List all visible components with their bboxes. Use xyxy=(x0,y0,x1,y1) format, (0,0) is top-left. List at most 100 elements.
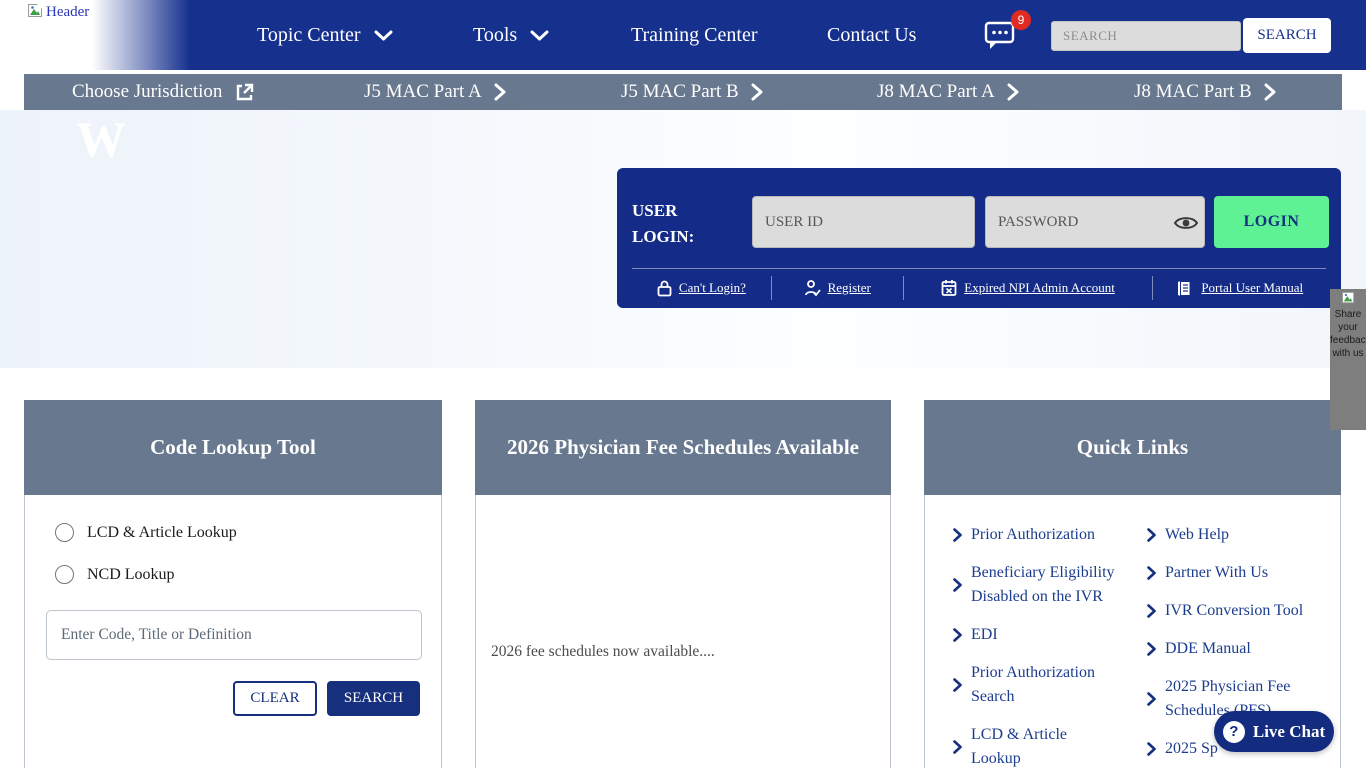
quick-link-label: Web Help xyxy=(1165,523,1229,547)
quick-links-card-title: Quick Links xyxy=(924,400,1341,495)
chat-messages-button[interactable]: 9 xyxy=(983,18,1021,56)
jurisdiction-bar: Choose Jurisdiction J5 MAC Part A J5 MAC… xyxy=(24,74,1342,110)
nav-contact-us[interactable]: Contact Us xyxy=(827,0,916,70)
fee-schedules-announcement[interactable]: 2026 fee schedules now available.... xyxy=(491,643,715,661)
ncd-lookup-label: NCD Lookup xyxy=(87,566,175,584)
chevron-right-icon xyxy=(953,628,962,642)
site-search-input[interactable] xyxy=(1051,21,1241,51)
nav-topic-center-label: Topic Center xyxy=(257,24,361,47)
quick-link-lcd-article-lookup[interactable]: LCD & Article Lookup xyxy=(953,723,1115,768)
chevron-right-icon xyxy=(953,678,962,692)
jurisdiction-label: J8 MAC Part A xyxy=(877,81,995,103)
chevron-right-icon xyxy=(1147,642,1156,656)
quick-link-label: DDE Manual xyxy=(1165,637,1251,661)
cant-login-label: Can't Login? xyxy=(679,280,746,296)
register-label: Register xyxy=(828,280,871,296)
jurisdiction-j5-mac-part-b[interactable]: J5 MAC Part B xyxy=(621,74,763,110)
quick-link-label: 2025 Sp xyxy=(1165,737,1218,761)
clear-button[interactable]: CLEAR xyxy=(233,681,317,716)
lcd-article-lookup-radio[interactable]: LCD & Article Lookup xyxy=(55,523,237,542)
quick-link-edi[interactable]: EDI xyxy=(953,623,1115,647)
code-lookup-card-title: Code Lookup Tool xyxy=(24,400,442,495)
quick-link-prior-authorization[interactable]: Prior Authorization xyxy=(953,523,1115,547)
chevron-right-icon xyxy=(751,83,763,101)
lcd-article-lookup-label: LCD & Article Lookup xyxy=(87,524,237,542)
live-chat-label: Live Chat xyxy=(1253,722,1325,742)
chevron-right-icon xyxy=(953,528,962,542)
manual-book-icon xyxy=(1176,280,1194,297)
code-search-button[interactable]: SEARCH xyxy=(327,681,420,716)
code-lookup-input[interactable] xyxy=(46,610,422,660)
show-password-button[interactable] xyxy=(1173,214,1199,232)
nav-tools-label: Tools xyxy=(473,24,517,47)
cant-login-link[interactable]: Can't Login? xyxy=(632,276,771,300)
broken-image-icon xyxy=(28,4,43,18)
quick-link-label: Partner With Us xyxy=(1165,561,1268,585)
jurisdiction-j8-mac-part-a[interactable]: J8 MAC Part A xyxy=(877,74,1019,110)
quick-link-label: Beneficiary Eligibility Disabled on the … xyxy=(971,561,1115,609)
login-button[interactable]: LOGIN xyxy=(1214,196,1329,248)
chat-notification-badge: 9 xyxy=(1011,10,1031,30)
user-login-panel: USER LOGIN: LOGIN Can't Login? Register xyxy=(617,168,1341,308)
expired-npi-admin-link[interactable]: Expired NPI Admin Account xyxy=(903,276,1153,300)
feedback-tab-label: Share your feedback with us xyxy=(1330,309,1366,359)
user-login-label: USER LOGIN: xyxy=(632,198,722,251)
chevron-right-icon xyxy=(1147,528,1156,542)
fee-schedules-card-title: 2026 Physician Fee Schedules Available xyxy=(475,400,891,495)
choose-jurisdiction-link[interactable]: Choose Jurisdiction xyxy=(72,74,255,110)
site-search-button[interactable]: SEARCH xyxy=(1243,18,1331,53)
ncd-lookup-radio-input[interactable] xyxy=(55,565,74,584)
lock-icon xyxy=(657,279,672,297)
eye-icon xyxy=(1173,214,1199,232)
register-link[interactable]: Register xyxy=(771,276,903,300)
hero-watermark: W xyxy=(76,110,126,168)
quick-link-beneficiary-eligibility[interactable]: Beneficiary Eligibility Disabled on the … xyxy=(953,561,1115,609)
ncd-lookup-radio[interactable]: NCD Lookup xyxy=(55,565,175,584)
quick-link-label: EDI xyxy=(971,623,998,647)
code-lookup-card: Code Lookup Tool LCD & Article Lookup NC… xyxy=(24,400,442,768)
nav-tools[interactable]: Tools xyxy=(473,0,549,70)
login-help-links: Can't Login? Register Expired NPI Admin … xyxy=(632,268,1326,307)
password-field[interactable] xyxy=(985,196,1205,248)
quick-link-label: Prior Authorization xyxy=(971,523,1095,547)
chevron-right-icon xyxy=(953,578,962,592)
chevron-right-icon xyxy=(494,83,506,101)
jurisdiction-label: J5 MAC Part A xyxy=(364,81,482,103)
jurisdiction-j8-mac-part-b[interactable]: J8 MAC Part B xyxy=(1134,74,1276,110)
register-person-icon xyxy=(804,279,821,297)
feedback-tab[interactable]: Share your feedback with us xyxy=(1330,289,1366,430)
code-lookup-card-body: LCD & Article Lookup NCD Lookup CLEAR SE… xyxy=(24,495,442,768)
nav-training-center[interactable]: Training Center xyxy=(631,0,757,70)
quick-link-dde-manual[interactable]: DDE Manual xyxy=(1147,637,1319,661)
quick-link-web-help[interactable]: Web Help xyxy=(1147,523,1319,547)
logo-alt-text: Header xyxy=(46,4,89,21)
calendar-x-icon xyxy=(941,279,957,297)
jurisdiction-j5-mac-part-a[interactable]: J5 MAC Part A xyxy=(364,74,506,110)
choose-jurisdiction-label: Choose Jurisdiction xyxy=(72,81,222,103)
chevron-right-icon xyxy=(1147,742,1156,756)
fee-schedules-card: 2026 Physician Fee Schedules Available 2… xyxy=(475,400,891,768)
chevron-down-icon xyxy=(374,30,393,41)
quick-link-prior-authorization-search[interactable]: Prior Authorization Search xyxy=(953,661,1115,709)
lcd-article-lookup-radio-input[interactable] xyxy=(55,523,74,542)
chevron-right-icon xyxy=(1147,566,1156,580)
nav-topic-center[interactable]: Topic Center xyxy=(257,0,393,70)
top-navigation-bar: Header Topic Center Tools Training Cente… xyxy=(0,0,1366,70)
live-chat-button[interactable]: ? Live Chat xyxy=(1214,711,1334,752)
chevron-right-icon xyxy=(953,740,962,754)
quick-link-label: IVR Conversion Tool xyxy=(1165,599,1303,623)
nav-training-center-label: Training Center xyxy=(631,24,757,47)
chevron-right-icon xyxy=(1147,692,1156,706)
chevron-right-icon xyxy=(1007,83,1019,101)
broken-image-icon xyxy=(1342,292,1355,304)
external-link-icon xyxy=(234,82,255,103)
quick-link-ivr-conversion-tool[interactable]: IVR Conversion Tool xyxy=(1147,599,1319,623)
header-logo-broken-image[interactable]: Header xyxy=(28,4,89,21)
user-id-field[interactable] xyxy=(752,196,975,248)
quick-link-partner-with-us[interactable]: Partner With Us xyxy=(1147,561,1319,585)
portal-user-manual-link[interactable]: Portal User Manual xyxy=(1152,276,1326,300)
nav-contact-us-label: Contact Us xyxy=(827,24,916,47)
quick-link-label: Prior Authorization Search xyxy=(971,661,1115,709)
chevron-right-icon xyxy=(1264,83,1276,101)
jurisdiction-label: J8 MAC Part B xyxy=(1134,81,1252,103)
